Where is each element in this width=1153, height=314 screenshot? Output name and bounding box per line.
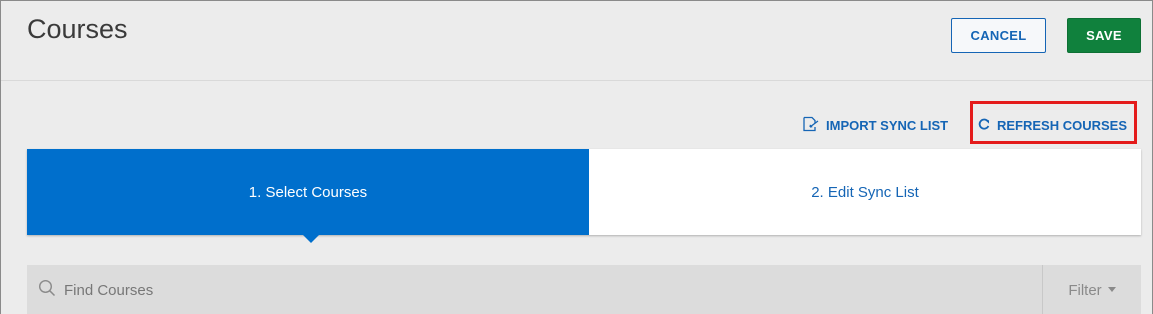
refresh-icon [977, 117, 991, 134]
page-title: Courses [27, 14, 128, 44]
active-step-pointer [303, 235, 319, 243]
refresh-courses-link[interactable]: REFRESH COURSES [977, 115, 1127, 135]
step-label: 2. Edit Sync List [811, 183, 919, 201]
cancel-button[interactable]: CANCEL [951, 18, 1046, 53]
step-tabs: 1. Select Courses 2. Edit Sync List [27, 149, 1141, 243]
search-bar: Filter [27, 265, 1141, 314]
save-button[interactable]: SAVE [1067, 18, 1141, 53]
page-header: Courses CANCEL SAVE [1, 1, 1152, 81]
refresh-courses-label: REFRESH COURSES [997, 117, 1128, 133]
chevron-down-icon [1107, 286, 1116, 292]
import-sync-list-link[interactable]: IMPORT SYNC LIST [802, 115, 948, 135]
filter-dropdown[interactable]: Filter [1042, 265, 1141, 314]
search-field [27, 265, 1042, 314]
step-label: 1. Select Courses [248, 183, 368, 201]
courses-page: Courses CANCEL SAVE IMPORT SYNC LIST REF… [0, 0, 1153, 314]
step-edit-sync-list[interactable]: 2. Edit Sync List [589, 149, 1141, 235]
search-input[interactable] [62, 280, 966, 300]
import-sync-list-label: IMPORT SYNC LIST [826, 117, 949, 133]
search-icon [38, 279, 56, 302]
filter-label: Filter [1068, 281, 1102, 299]
step-select-courses[interactable]: 1. Select Courses [27, 149, 589, 243]
import-document-icon [802, 116, 820, 135]
